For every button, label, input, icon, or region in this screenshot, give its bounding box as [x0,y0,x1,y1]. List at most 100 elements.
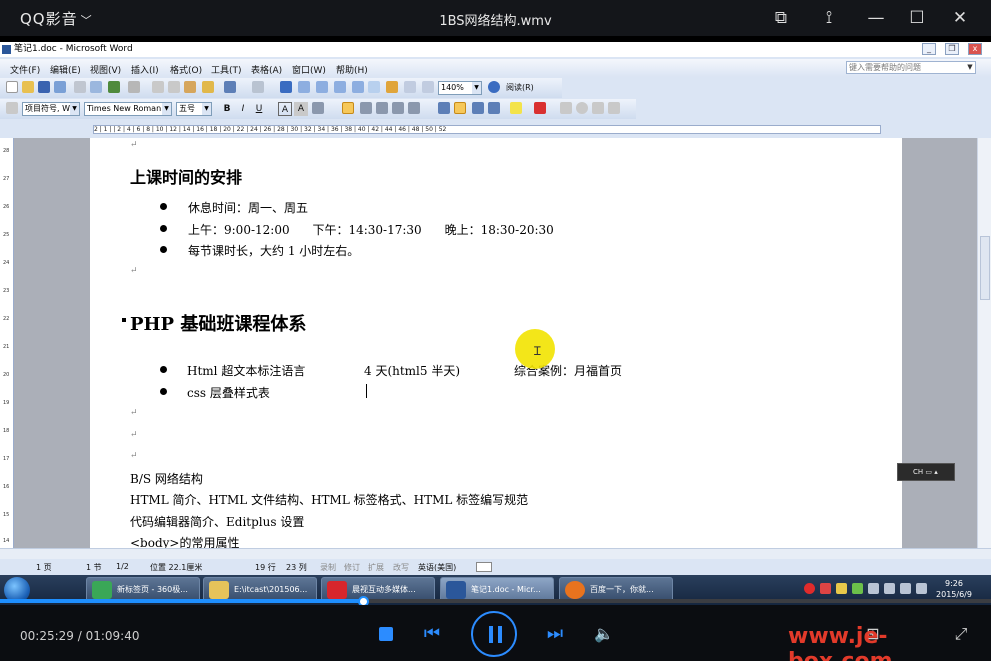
next-icon[interactable]: ⏭ [545,624,565,644]
font-color-icon[interactable] [534,102,546,114]
columns-icon[interactable] [352,81,364,93]
open-icon[interactable] [22,81,34,93]
tray-app-icon[interactable] [820,583,831,594]
bold-button[interactable]: B [220,102,234,116]
ime-language-bar[interactable]: CH ▭ ▴ [897,463,955,481]
spelling-status-icon[interactable] [476,562,492,572]
horizontal-ruler[interactable]: 2 | 1 | | 2 | 4 | 6 | 8 | 10 | 12 | 14 |… [0,124,991,136]
grow-font-icon[interactable] [592,102,604,114]
show-hide-icon[interactable] [404,81,416,93]
status-overtype[interactable]: 改写 [393,562,409,573]
video-progress-bar[interactable] [0,596,991,607]
read-mode-button[interactable]: 阅读(R) [506,82,534,93]
cut-icon[interactable] [152,81,164,93]
styles-pane-icon[interactable] [6,102,18,114]
pause-button[interactable] [471,611,517,657]
copy-icon[interactable] [168,81,180,93]
align-right-icon[interactable] [376,102,388,114]
font-size-select[interactable]: 五号 ▼ [176,102,212,116]
status-extend[interactable]: 扩展 [368,562,384,573]
undo-icon[interactable] [224,81,236,93]
bullets-icon[interactable] [454,102,466,114]
redo-icon[interactable] [252,81,264,93]
chevron-down-icon[interactable]: ▼ [202,103,211,115]
permission-icon[interactable] [54,81,66,93]
menu-help[interactable]: 帮助(H) [336,63,368,76]
status-rec[interactable]: 录制 [320,562,336,573]
record-icon[interactable] [804,583,815,594]
chevron-down-icon[interactable]: ▼ [965,62,975,73]
format-painter-icon[interactable] [202,81,214,93]
close-icon[interactable]: ✕ [948,6,972,30]
new-icon[interactable] [6,81,18,93]
minimize-icon[interactable]: — [864,6,888,30]
enclose-char-icon[interactable] [576,102,588,114]
hyperlink-icon[interactable] [280,81,292,93]
decrease-indent-icon[interactable] [472,102,484,114]
justify-icon[interactable] [392,102,404,114]
document-map-icon[interactable] [386,81,398,93]
menu-tools[interactable]: 工具(T) [211,63,242,76]
italic-button[interactable]: I [236,102,250,116]
maximize-icon[interactable]: ☐ [905,6,929,30]
highlight-icon[interactable] [510,102,522,114]
menu-table[interactable]: 表格(A) [251,63,282,76]
taskbar-clock[interactable]: 9:26 2015/6/9 [930,578,978,600]
line-spacing-icon[interactable] [408,102,420,114]
char-shading-button[interactable]: A [294,102,308,116]
print-preview-icon[interactable] [90,81,102,93]
tray-app-icon[interactable] [836,583,847,594]
zoom-select[interactable]: 140% ▼ [438,81,482,95]
volume-icon[interactable] [900,583,911,594]
chevron-down-icon[interactable]: ▼ [162,103,171,115]
screenshot-icon[interactable]: ⧉ [769,6,793,30]
help-search-input[interactable]: 键入需要帮助的问题 ▼ [846,61,976,74]
increase-indent-icon[interactable] [488,102,500,114]
chevron-down-icon[interactable]: ▼ [472,82,481,94]
network-icon[interactable] [884,583,895,594]
char-border-button[interactable]: A [278,102,292,116]
help-icon[interactable] [488,81,500,93]
char-scale-icon[interactable] [312,102,324,114]
menu-window[interactable]: 窗口(W) [292,63,326,76]
document-page[interactable]: ↵ 上课时间的安排 休息时间：周一、周五 上午：9:00-12:00 下午：14… [90,138,902,548]
pin-icon[interactable]: ⟟ [817,6,841,30]
vertical-scrollbar[interactable] [977,138,991,548]
font-select[interactable]: Times New Roman ▼ [84,102,172,116]
style-select[interactable]: 项目符号, W ▼ [22,102,80,116]
horizontal-scrollbar[interactable] [0,548,991,559]
save-icon[interactable] [38,81,50,93]
research-icon[interactable] [128,81,140,93]
tray-app-icon[interactable] [852,583,863,594]
insert-table-icon[interactable] [316,81,328,93]
word-restore-icon[interactable]: ❐ [945,43,959,55]
previous-icon[interactable]: ⏮ [422,624,442,644]
word-close-icon[interactable]: x [968,43,982,55]
numbering-icon[interactable] [438,102,450,114]
phonetic-guide-icon[interactable] [560,102,572,114]
volume-icon[interactable]: 🔈 [593,624,615,644]
drawing-icon[interactable] [368,81,380,93]
insert-excel-icon[interactable] [334,81,346,93]
chevron-down-icon[interactable]: ▼ [70,103,79,115]
word-minimize-icon[interactable]: _ [922,43,936,55]
paragraph-mark-icon[interactable] [422,81,434,93]
stop-icon[interactable] [379,627,393,641]
print-icon[interactable] [74,81,86,93]
menu-insert[interactable]: 插入(I) [131,63,159,76]
action-center-icon[interactable] [868,583,879,594]
power-icon[interactable] [916,583,927,594]
tables-borders-icon[interactable] [298,81,310,93]
menu-format[interactable]: 格式(O) [170,63,202,76]
underline-button[interactable]: U [252,102,266,116]
scroll-thumb[interactable] [980,236,990,300]
vertical-ruler[interactable]: 28 27 26 25 24 23 22 21 20 19 18 17 16 1… [0,138,14,548]
status-track[interactable]: 修订 [344,562,360,573]
menu-view[interactable]: 视图(V) [90,63,121,76]
menu-edit[interactable]: 编辑(E) [50,63,81,76]
menu-file[interactable]: 文件(F) [10,63,40,76]
align-center-icon[interactable] [360,102,372,114]
paste-icon[interactable] [184,81,196,93]
align-left-icon[interactable] [342,102,354,114]
shrink-font-icon[interactable] [608,102,620,114]
